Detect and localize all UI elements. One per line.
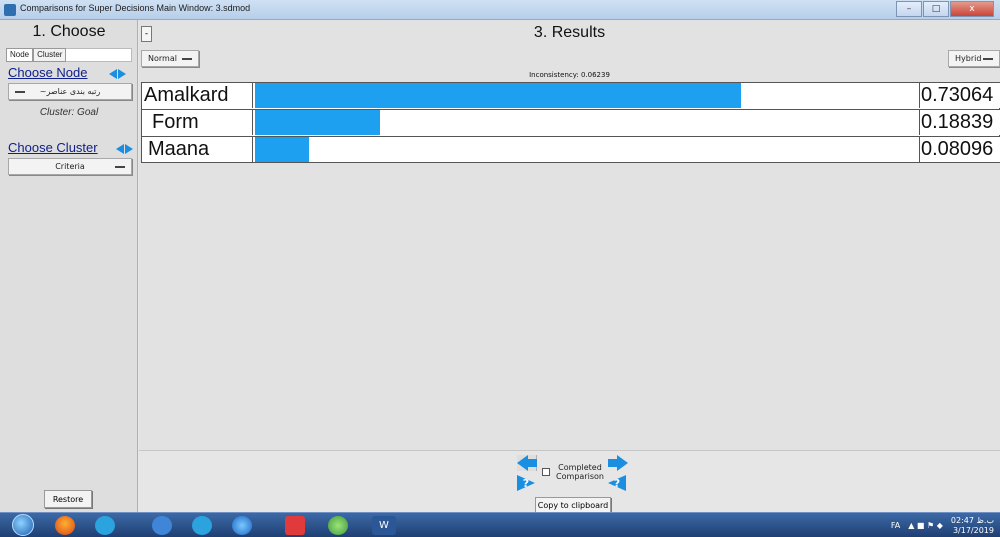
firefox-icon[interactable] (55, 516, 75, 535)
minimize-button[interactable]: – (896, 1, 922, 17)
cluster-dropdown[interactable]: Criteria (8, 158, 132, 175)
results-panel: - 3. Results Normal Hybrid Inconsistency… (139, 20, 1000, 513)
choose-panel: 1. Choose Node Cluster Choose Node ~رتبه… (0, 20, 138, 512)
hybrid-mode-label: Hybrid (955, 54, 982, 63)
dropdown-marker-icon (15, 91, 25, 93)
windows-taskbar: W FA ▲ ■ ⚑ ◆ 02:47 ب.ظ 3/17/2019 (0, 512, 1000, 537)
result-bar-track (255, 83, 920, 108)
next-comparison-arrow-icon[interactable] (608, 455, 628, 471)
clock[interactable]: 02:47 ب.ظ 3/17/2019 (951, 516, 994, 536)
dropdown-marker-icon (115, 166, 125, 168)
cluster-nav-arrows (116, 144, 133, 154)
system-tray: FA ▲ ■ ⚑ ◆ 02:47 ب.ظ 3/17/2019 (891, 513, 1000, 537)
window-title: Comparisons for Super Decisions Main Win… (20, 3, 251, 13)
help-previous-icon[interactable]: ? (517, 475, 535, 491)
next-node-arrow-icon[interactable] (118, 69, 126, 79)
cluster-caption: Cluster: Goal (39, 107, 99, 118)
previous-comparison-arrow-icon[interactable] (517, 455, 537, 471)
choose-heading: 1. Choose (32, 23, 106, 40)
tab-cluster[interactable]: Cluster (33, 48, 67, 62)
completed-comparison-checkbox[interactable] (542, 468, 550, 476)
comparison-footer: ? Completed Comparison ? Copy to clipboa… (139, 450, 1000, 513)
previous-cluster-arrow-icon[interactable] (116, 144, 124, 154)
maximize-button[interactable]: □ (923, 1, 949, 17)
restore-button[interactable]: Restore (44, 490, 92, 508)
dropdown-marker-icon (182, 58, 192, 60)
next-cluster-arrow-icon[interactable] (125, 144, 133, 154)
telegram-icon[interactable] (95, 516, 115, 535)
dropdown-marker-icon (983, 58, 993, 60)
inconsistency-value: Inconsistency: 0.06239 (529, 71, 610, 79)
app-icon-p[interactable] (285, 516, 305, 535)
result-bar-track (255, 137, 920, 162)
result-row: Maana 0.08096 (141, 136, 1000, 163)
normal-mode-dropdown[interactable]: Normal (141, 50, 199, 67)
internet-explorer-icon[interactable] (232, 516, 252, 535)
result-value: 0.73064 (919, 83, 1000, 108)
normal-mode-label: Normal (148, 54, 177, 63)
completed-line2: Comparison (556, 472, 604, 481)
choose-cluster-label: Choose Cluster (8, 140, 98, 155)
result-value: 0.08096 (919, 137, 1000, 162)
app-icon-green[interactable] (328, 516, 348, 535)
tab-node[interactable]: Node (6, 48, 34, 62)
clock-time: 02:47 ب.ظ (950, 515, 994, 525)
completed-comparison-label: Completed Comparison (553, 463, 607, 481)
choose-node-label: Choose Node (8, 65, 88, 80)
results-table: Amalkard 0.73064 Form 0.18839 Maana 0.08… (141, 82, 1000, 163)
result-name: Amalkard (142, 83, 253, 108)
result-row: Amalkard 0.73064 (141, 82, 1000, 109)
result-bar-track (255, 110, 920, 135)
close-button[interactable]: x (950, 1, 994, 17)
app-icon (4, 4, 16, 16)
result-bar (255, 83, 741, 108)
result-name: Maana (142, 137, 253, 162)
help-next-icon[interactable]: ? (608, 475, 626, 491)
node-cluster-tabs: Node Cluster (6, 48, 133, 62)
tray-icons: ▲ ■ ⚑ ◆ (908, 521, 943, 530)
start-button-icon[interactable] (12, 514, 34, 536)
node-dropdown[interactable]: ~رتبه بندی عناصر (8, 83, 132, 100)
node-nav-arrows (109, 69, 126, 79)
language-indicator[interactable]: FA (891, 521, 900, 530)
copy-to-clipboard-button[interactable]: Copy to clipboard (535, 497, 611, 513)
result-name: Form (142, 110, 253, 135)
tab-strip-filler (66, 48, 133, 62)
completed-line1: Completed (558, 463, 602, 472)
node-dropdown-value: ~رتبه بندی عناصر (39, 87, 101, 96)
cluster-dropdown-value: Criteria (55, 162, 85, 171)
app-icon-blue[interactable] (152, 516, 172, 535)
previous-node-arrow-icon[interactable] (109, 69, 117, 79)
hybrid-mode-dropdown[interactable]: Hybrid (948, 50, 1000, 67)
window-controls: – □ x (896, 1, 994, 17)
word-icon[interactable]: W (372, 516, 396, 535)
results-title: 3. Results (533, 24, 606, 41)
telegram-icon-2[interactable] (192, 516, 212, 535)
window-titlebar: Comparisons for Super Decisions Main Win… (0, 0, 1000, 20)
result-value: 0.18839 (919, 110, 1000, 135)
result-bar (255, 137, 309, 162)
result-bar (255, 110, 381, 135)
clock-date: 3/17/2019 (952, 525, 994, 535)
result-row: Form 0.18839 (141, 109, 1000, 136)
